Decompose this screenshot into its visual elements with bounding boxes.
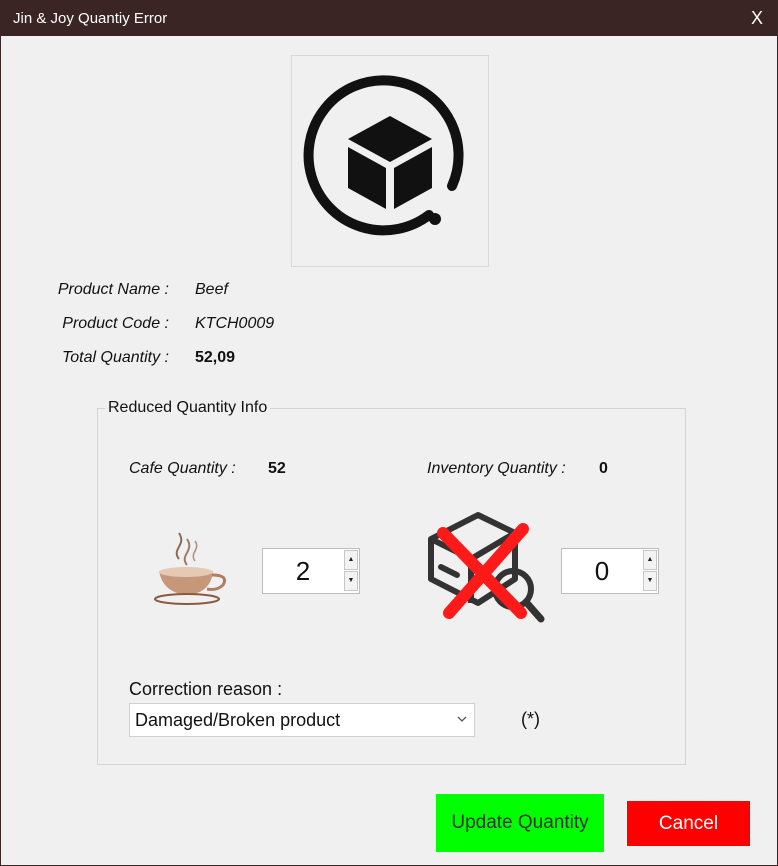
- cancel-button[interactable]: Cancel: [627, 801, 750, 846]
- total-quantity-label: Total Quantity :: [61, 349, 169, 366]
- correction-reason-label: Correction reason :: [129, 679, 283, 699]
- chevron-down-icon: [457, 716, 467, 722]
- title-bar[interactable]: Jin & Joy Quantiy Error X: [1, 1, 777, 36]
- inventory-quantity-value: 0: [599, 460, 608, 477]
- total-quantity-value: 52,09: [195, 349, 236, 366]
- product-name-label: Product Name :: [57, 281, 169, 298]
- cafe-increment-button[interactable]: ▲: [344, 550, 358, 570]
- correction-reason-selected: Damaged/Broken product: [135, 710, 341, 730]
- inventory-increment-button[interactable]: ▲: [643, 550, 657, 570]
- dialog-window: Jin & Joy Quantiy Error X Product Name :…: [0, 0, 778, 866]
- cafe-quantity-input[interactable]: 2: [263, 549, 343, 593]
- product-name-value: Beef: [195, 281, 228, 298]
- close-button[interactable]: X: [751, 8, 763, 29]
- update-quantity-button[interactable]: Update Quantity: [436, 794, 604, 852]
- cafe-quantity-value: 52: [268, 460, 286, 477]
- cafe-quantity-label: Cafe Quantity :: [129, 460, 236, 477]
- package-box-icon: [303, 75, 464, 236]
- inventory-box-search-crossed-icon: [428, 512, 545, 623]
- inventory-quantity-input[interactable]: 0: [562, 549, 642, 593]
- reduced-quantity-legend: Reduced Quantity Info: [105, 399, 271, 417]
- inventory-decrement-button[interactable]: ▼: [643, 571, 657, 591]
- cafe-decrement-button[interactable]: ▼: [344, 571, 358, 591]
- cafe-quantity-stepper[interactable]: 2 ▲ ▼: [262, 548, 360, 594]
- window-title: Jin & Joy Quantiy Error: [13, 10, 168, 27]
- inventory-quantity-label: Inventory Quantity :: [427, 460, 566, 477]
- correction-reason-dropdown[interactable]: Damaged/Broken product: [129, 703, 475, 737]
- product-logo: [291, 55, 489, 267]
- coffee-cup-icon: [154, 532, 227, 605]
- required-marker: (*): [521, 709, 540, 729]
- product-code-value: KTCH0009: [195, 315, 275, 332]
- product-code-label: Product Code :: [62, 315, 169, 332]
- inventory-quantity-stepper[interactable]: 0 ▲ ▼: [561, 548, 659, 594]
